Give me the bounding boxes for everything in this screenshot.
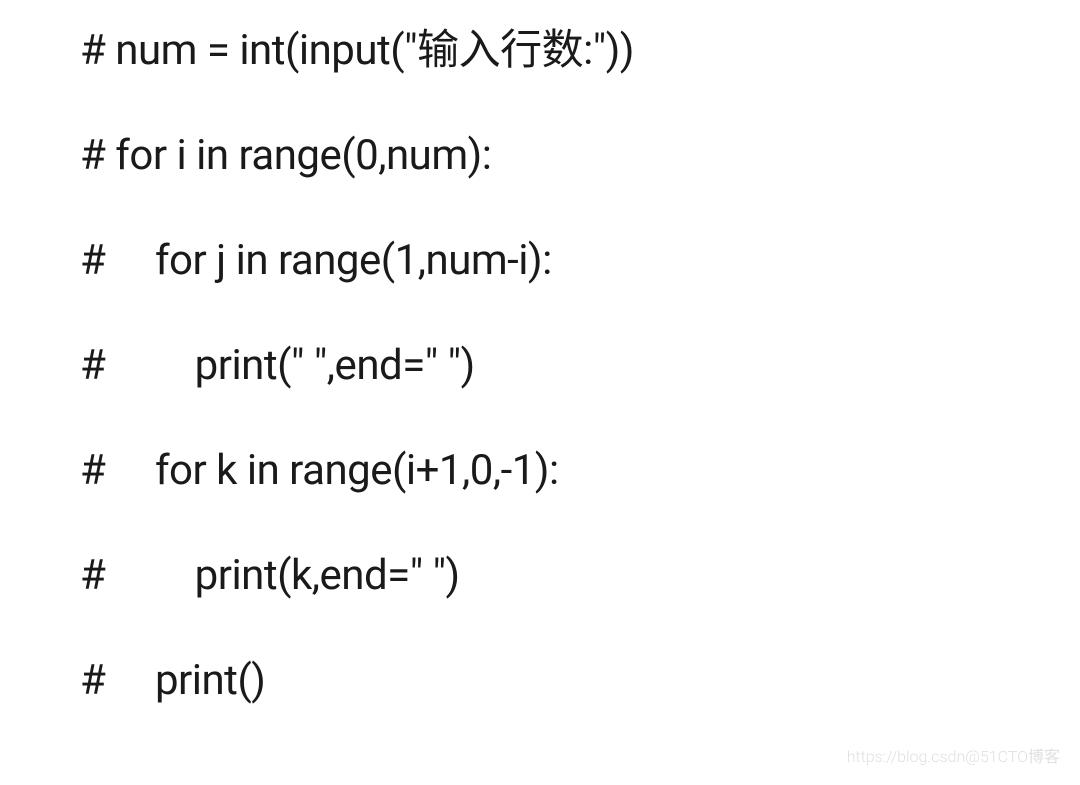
code-line-5: # for k in range(i+1,0,-1):	[80, 450, 1000, 492]
code-line-7: # print()	[80, 660, 1000, 702]
code-line-1: # num = int(input("输入行数:"))	[80, 30, 1000, 72]
code-line-2: # for i in range(0,num):	[80, 135, 1000, 177]
code-block: # num = int(input("输入行数:")) # for i in r…	[0, 0, 1080, 785]
code-line-3: # for j in range(1,num-i):	[80, 240, 1000, 282]
watermark-text: https://blog.csdn@51CTO博客	[847, 743, 1060, 767]
code-line-4: # print(" ",end=" ")	[80, 345, 1000, 387]
code-line-6: # print(k,end=" ")	[80, 555, 1000, 597]
